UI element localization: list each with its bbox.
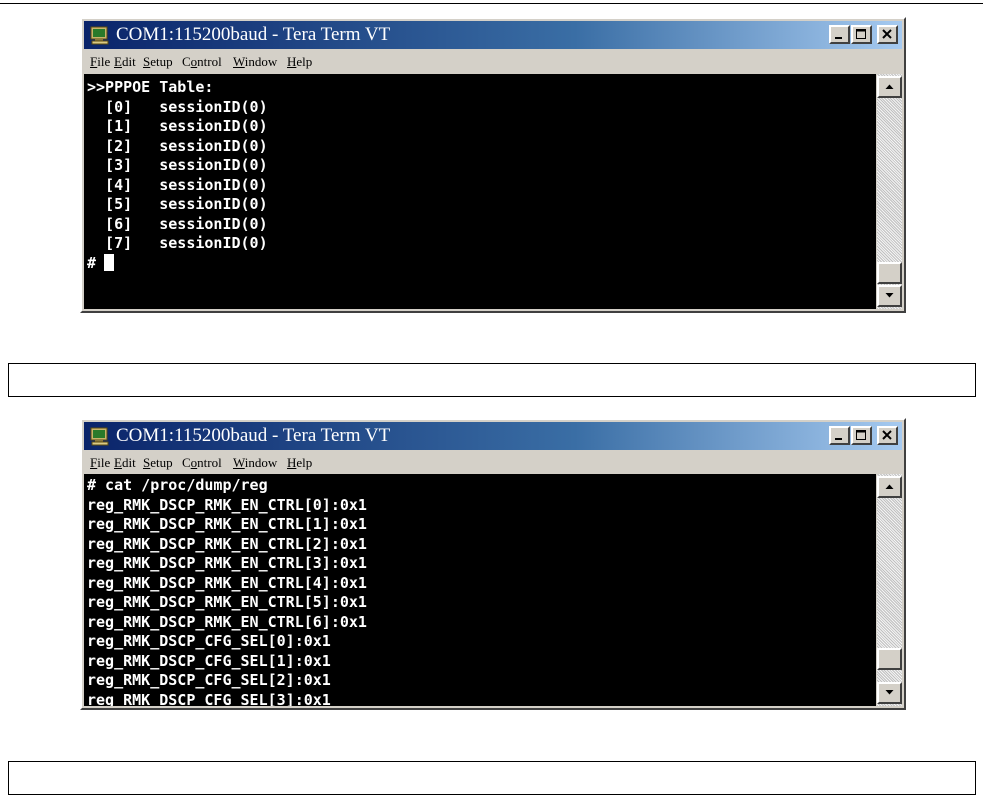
menu-help[interactable]: Help bbox=[287, 455, 312, 471]
terminal-line: [7] sessionID(0) bbox=[87, 234, 268, 252]
title-bar[interactable]: COM1:115200baud - Tera Term VT bbox=[84, 21, 902, 49]
terminal-line: [1] sessionID(0) bbox=[87, 117, 268, 135]
terminal-line: reg_RMK_DSCP_RMK_EN_CTRL[6]:0x1 bbox=[87, 612, 367, 631]
close-button[interactable] bbox=[877, 426, 898, 445]
terminal-line: reg_RMK_DSCP_RMK_EN_CTRL[5]:0x1 bbox=[87, 593, 367, 611]
terminal-line: [0] sessionID(0) bbox=[87, 97, 268, 116]
terminal-output: >>PPPOE Table: [0] sessionID(0) [1] sess… bbox=[87, 78, 268, 273]
prompt-symbol: # bbox=[87, 253, 97, 272]
menu-window[interactable]: Window bbox=[233, 455, 277, 471]
scroll-down-button[interactable] bbox=[877, 682, 902, 704]
maximize-button[interactable] bbox=[851, 25, 872, 44]
close-button[interactable] bbox=[877, 25, 898, 44]
menu-control[interactable]: Control bbox=[182, 54, 222, 70]
close-icon bbox=[882, 430, 892, 440]
window-title: COM1:115200baud - Tera Term VT bbox=[116, 425, 391, 446]
title-bar[interactable]: COM1:115200baud - Tera Term VT bbox=[84, 422, 902, 450]
tera-term-window-reg-dump[interactable]: COM1:115200baud - Tera Term VT File Edit… bbox=[80, 418, 906, 710]
menu-help[interactable]: Help bbox=[287, 54, 312, 70]
terminal-line: reg_RMK_DSCP_CFG_SEL[3]:0x1 bbox=[87, 690, 331, 707]
terminal-line: reg_RMK_DSCP_RMK_EN_CTRL[3]:0x1 bbox=[87, 554, 367, 572]
menu-edit[interactable]: Edit bbox=[114, 455, 136, 471]
terminal-line: reg_RMK_DSCP_RMK_EN_CTRL[1]:0x1 bbox=[87, 515, 367, 533]
close-icon bbox=[882, 29, 892, 39]
menu-control[interactable]: Control bbox=[182, 455, 222, 471]
terminal-line: [5] sessionID(0) bbox=[87, 195, 268, 213]
terminal-screen[interactable]: >>PPPOE Table: [0] sessionID(0) [1] sess… bbox=[84, 74, 876, 309]
terminal-line: reg_RMK_DSCP_RMK_EN_CTRL[2]:0x1 bbox=[87, 534, 367, 553]
vertical-scrollbar[interactable] bbox=[877, 474, 902, 706]
terminal-line: reg_RMK_DSCP_CFG_SEL[0]:0x1 bbox=[87, 632, 331, 650]
arrow-up-icon bbox=[885, 84, 894, 89]
minimize-icon bbox=[835, 37, 842, 39]
terminal-line: [3] sessionID(0) bbox=[87, 156, 268, 174]
minimize-icon bbox=[835, 438, 842, 440]
scroll-down-button[interactable] bbox=[877, 285, 902, 307]
minimize-button[interactable] bbox=[829, 426, 850, 445]
minimize-button[interactable] bbox=[829, 25, 850, 44]
scrollbar-thumb[interactable] bbox=[877, 648, 902, 670]
text-cursor bbox=[104, 253, 115, 271]
scroll-up-button[interactable] bbox=[877, 476, 902, 498]
tera-term-icon bbox=[90, 427, 109, 446]
terminal-line: reg_RMK_DSCP_CFG_SEL[1]:0x1 bbox=[87, 651, 331, 670]
maximize-icon bbox=[856, 29, 866, 39]
terminal-output: # cat /proc/dump/reg reg_RMK_DSCP_RMK_EN_… bbox=[87, 476, 367, 706]
menu-file[interactable]: File bbox=[90, 455, 110, 471]
tera-term-window-pppoe[interactable]: COM1:115200baud - Tera Term VT File Edit… bbox=[80, 17, 906, 313]
menu-window[interactable]: Window bbox=[233, 54, 277, 70]
terminal-screen[interactable]: # cat /proc/dump/reg reg_RMK_DSCP_RMK_EN_… bbox=[84, 474, 876, 706]
scrollbar-thumb[interactable] bbox=[877, 262, 902, 284]
maximize-icon bbox=[856, 430, 866, 440]
menu-setup[interactable]: Setup bbox=[143, 54, 173, 70]
menu-edit[interactable]: Edit bbox=[114, 54, 136, 70]
window-title: COM1:115200baud - Tera Term VT bbox=[116, 24, 391, 45]
arrow-up-icon bbox=[885, 484, 894, 489]
arrow-down-icon bbox=[885, 293, 894, 298]
menu-bar: File Edit Setup Control Window Help bbox=[84, 451, 902, 473]
terminal-line: >>PPPOE Table: bbox=[87, 78, 214, 96]
caption-frame-2 bbox=[8, 761, 976, 795]
menu-file[interactable]: File bbox=[90, 54, 110, 70]
terminal-line: reg_RMK_DSCP_CFG_SEL[2]:0x1 bbox=[87, 671, 331, 689]
terminal-line: reg_RMK_DSCP_RMK_EN_CTRL[0]:0x1 bbox=[87, 495, 367, 514]
arrow-down-icon bbox=[885, 690, 894, 695]
tera-term-icon bbox=[90, 26, 109, 45]
terminal-line: [4] sessionID(0) bbox=[87, 175, 268, 194]
terminal-prompt-line: # bbox=[87, 253, 268, 274]
terminal-line: reg_RMK_DSCP_RMK_EN_CTRL[4]:0x1 bbox=[87, 573, 367, 592]
terminal-line: # cat /proc/dump/reg bbox=[87, 476, 268, 494]
caption-frame-1 bbox=[8, 363, 976, 397]
page-top-rule bbox=[0, 3, 983, 4]
vertical-scrollbar[interactable] bbox=[877, 74, 902, 309]
terminal-line: [6] sessionID(0) bbox=[87, 214, 268, 233]
menu-setup[interactable]: Setup bbox=[143, 455, 173, 471]
maximize-button[interactable] bbox=[851, 426, 872, 445]
terminal-line: [2] sessionID(0) bbox=[87, 136, 268, 155]
menu-bar: File Edit Setup Control Window Help bbox=[84, 50, 902, 72]
scroll-up-button[interactable] bbox=[877, 76, 902, 98]
